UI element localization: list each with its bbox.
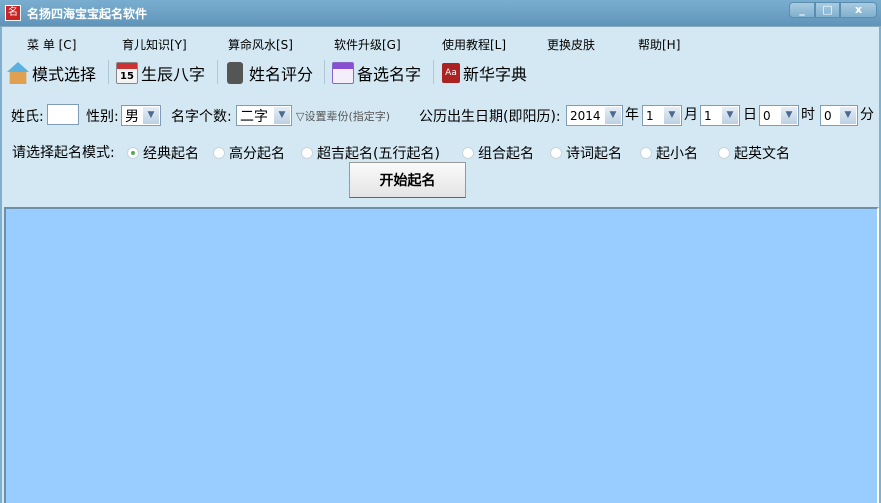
name-count-label: 名字个数: [171,109,232,125]
month-value: 1 [646,108,654,123]
radio-label: 超吉起名(五行起名) [317,146,440,162]
month-select[interactable]: 1 ▼ [642,105,682,126]
chevron-down-icon: ▼ [840,107,856,124]
results-panel [4,207,879,503]
menu-fortune[interactable]: 算命风水[S] [228,36,293,53]
phone-icon [227,62,243,84]
chevron-down-icon: ▼ [605,107,621,124]
menu-skin[interactable]: 更换皮肤 [547,36,595,53]
minute-value: 0 [824,108,832,123]
surname-label: 姓氏: [11,109,44,125]
month-unit: 月 [684,107,698,123]
radio-poetry[interactable]: 诗词起名 [550,143,622,163]
surname-input[interactable] [47,104,79,125]
hour-value: 0 [763,108,771,123]
toolbar-separator [108,60,109,84]
radio-selected-icon [127,147,139,159]
title-bar: 名 名扬四海宝宝起名软件 _ □ x [0,0,881,27]
radio-five-elements[interactable]: 超吉起名(五行起名) [301,143,440,163]
toolbar-separator [324,60,325,84]
year-value: 2014 [570,108,601,123]
chevron-down-icon: ▼ [781,107,797,124]
menu-main[interactable]: 菜 单 [C] [27,36,76,53]
name-count-value: 二字 [240,108,268,125]
radio-icon [462,147,474,159]
toolbar-separator [433,60,434,84]
planner-icon [332,62,354,84]
start-naming-button[interactable]: 开始起名 [349,162,466,198]
set-generation-link[interactable]: ▽设置辈份(指定字) [296,108,390,124]
radio-high-score[interactable]: 高分起名 [213,143,285,163]
day-select[interactable]: 1 ▼ [700,105,740,126]
app-logo-icon: 名 [5,5,21,21]
chevron-down-icon: ▼ [722,107,738,124]
minute-select[interactable]: 0 ▼ [820,105,858,126]
day-unit: 日 [743,107,757,123]
toolbar-candidate-names[interactable]: 备选名字 [332,60,421,86]
menu-help[interactable]: 帮助[H] [638,36,680,53]
radio-classic[interactable]: 经典起名 [127,143,199,163]
close-button[interactable]: x [840,2,877,18]
menu-tutorial[interactable]: 使用教程[L] [442,36,506,53]
name-count-select[interactable]: 二字 ▼ [236,105,292,126]
maximize-button[interactable]: □ [815,2,840,18]
menu-parenting[interactable]: 育儿知识[Y] [122,36,187,53]
radio-icon [550,147,562,159]
home-icon [7,62,29,84]
chevron-down-icon: ▼ [664,107,680,124]
year-select[interactable]: 2014 ▼ [566,105,623,126]
radio-nickname[interactable]: 起小名 [640,143,698,163]
hour-select[interactable]: 0 ▼ [759,105,799,126]
toolbar-label: 姓名评分 [249,65,314,84]
toolbar-label: 备选名字 [357,65,422,84]
radio-label: 起小名 [656,146,698,162]
radio-label: 起英文名 [734,146,790,162]
radio-combination[interactable]: 组合起名 [462,143,534,163]
chevron-down-icon: ▼ [274,107,290,124]
radio-label: 经典起名 [143,146,199,162]
day-value: 1 [704,108,712,123]
gender-select[interactable]: 男 ▼ [121,105,161,126]
hour-unit: 时 [801,107,815,123]
chevron-down-icon: ▼ [143,107,159,124]
toolbar-label: 生辰八字 [141,65,206,84]
radio-icon [718,147,730,159]
radio-icon [301,147,313,159]
toolbar-mode-select[interactable]: 模式选择 [7,60,96,86]
menu-upgrade[interactable]: 软件升级[G] [334,36,401,53]
year-unit: 年 [625,107,639,123]
calendar-icon: 15 [116,62,138,84]
radio-icon [213,147,225,159]
radio-label: 诗词起名 [566,146,622,162]
toolbar-name-score[interactable]: 姓名评分 [227,60,313,86]
minimize-button[interactable]: _ [789,2,815,18]
radio-icon [640,147,652,159]
toolbar-separator [217,60,218,84]
toolbar-label: 模式选择 [32,65,97,84]
radio-label: 高分起名 [229,146,285,162]
minute-unit: 分 [860,107,874,123]
radio-english-name[interactable]: 起英文名 [718,143,790,163]
gender-label: 性别: [86,109,119,125]
window-title: 名扬四海宝宝起名软件 [27,7,148,21]
gender-value: 男 [125,108,139,125]
birth-date-label: 公历出生日期(即阳历): [419,109,561,125]
dictionary-icon: Aa [442,63,460,83]
toolbar-dictionary[interactable]: Aa 新华字典 [442,60,527,86]
toolbar-label: 新华字典 [463,65,528,84]
radio-label: 组合起名 [478,146,534,162]
mode-label: 请选择起名模式: [12,145,115,161]
toolbar-bazi[interactable]: 15 生辰八字 [116,60,205,86]
